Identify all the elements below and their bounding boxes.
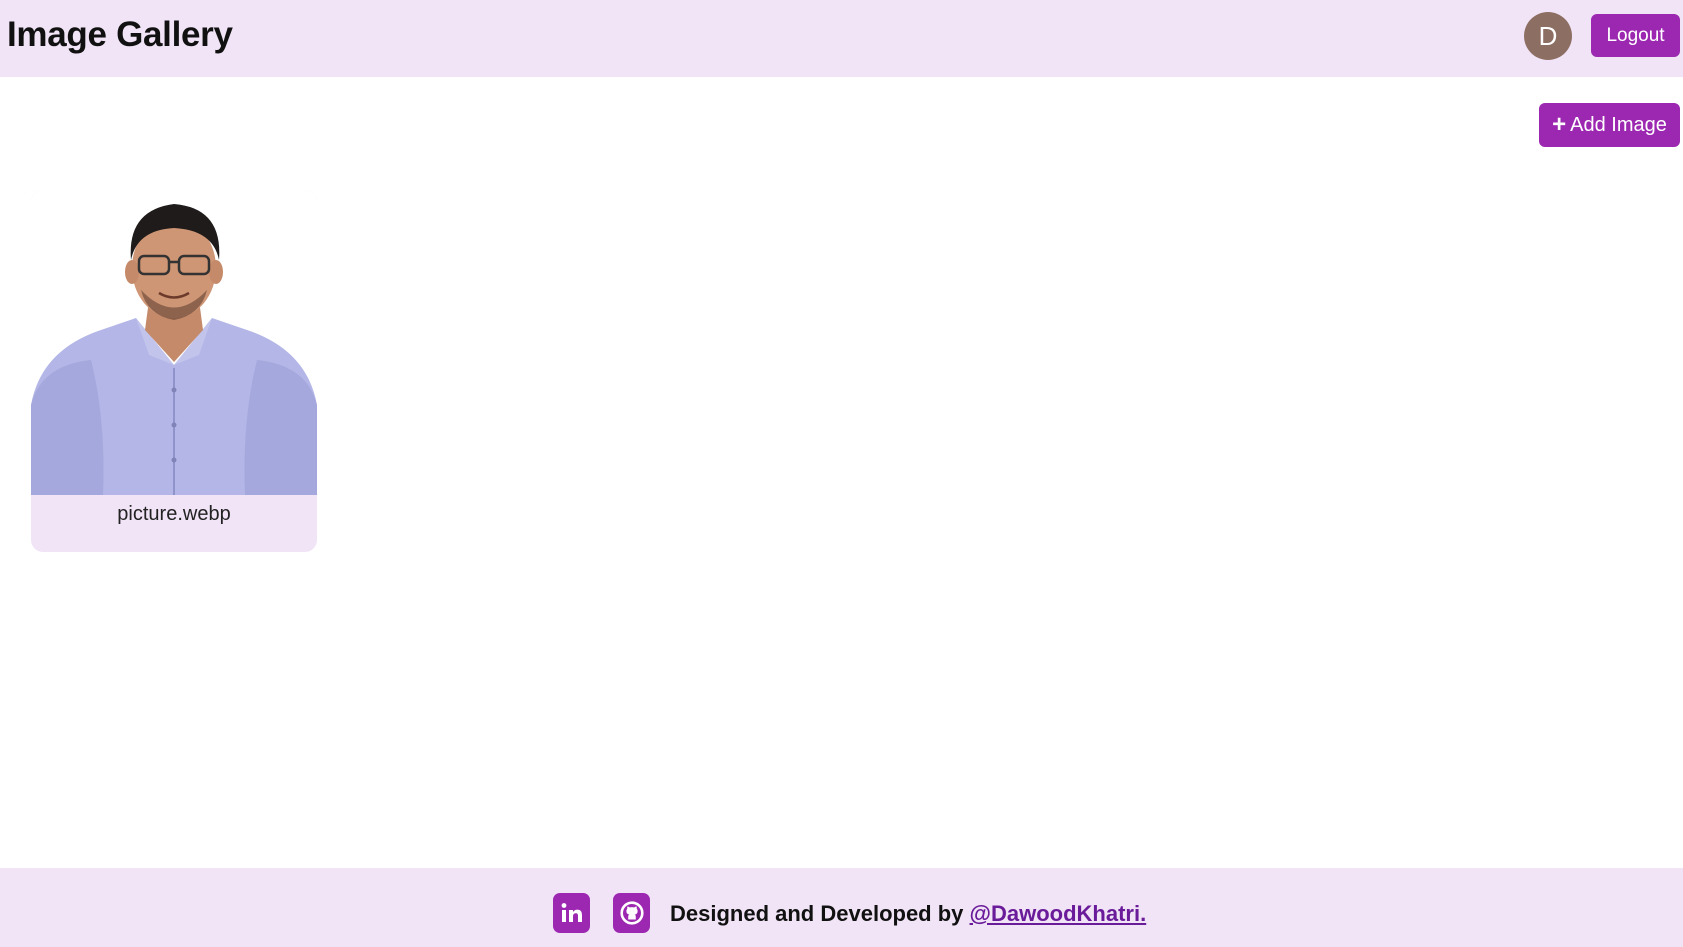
add-image-button[interactable]: + Add Image	[1539, 103, 1680, 147]
gallery-card[interactable]: picture.webp	[31, 190, 317, 552]
avatar[interactable]: D	[1524, 12, 1572, 60]
footer-credit: Designed and Developed by @DawoodKhatri.	[670, 901, 1146, 927]
credit-text: Designed and Developed by	[670, 901, 964, 926]
page-title: Image Gallery	[7, 15, 233, 54]
github-icon	[619, 901, 644, 925]
linkedin-link[interactable]	[553, 893, 590, 933]
app-header: Image Gallery D Logout	[0, 0, 1683, 77]
plus-icon: +	[1552, 111, 1567, 138]
app-footer: Designed and Developed by @DawoodKhatri.	[0, 868, 1683, 947]
person-photo	[31, 204, 317, 495]
github-link[interactable]	[613, 893, 650, 933]
author-link[interactable]: @DawoodKhatri.	[970, 901, 1147, 926]
logout-button[interactable]: Logout	[1591, 14, 1680, 57]
card-caption: picture.webp	[117, 503, 231, 525]
add-image-label: Add Image	[1570, 113, 1667, 136]
card-image[interactable]	[31, 190, 317, 495]
linkedin-icon	[561, 903, 582, 922]
